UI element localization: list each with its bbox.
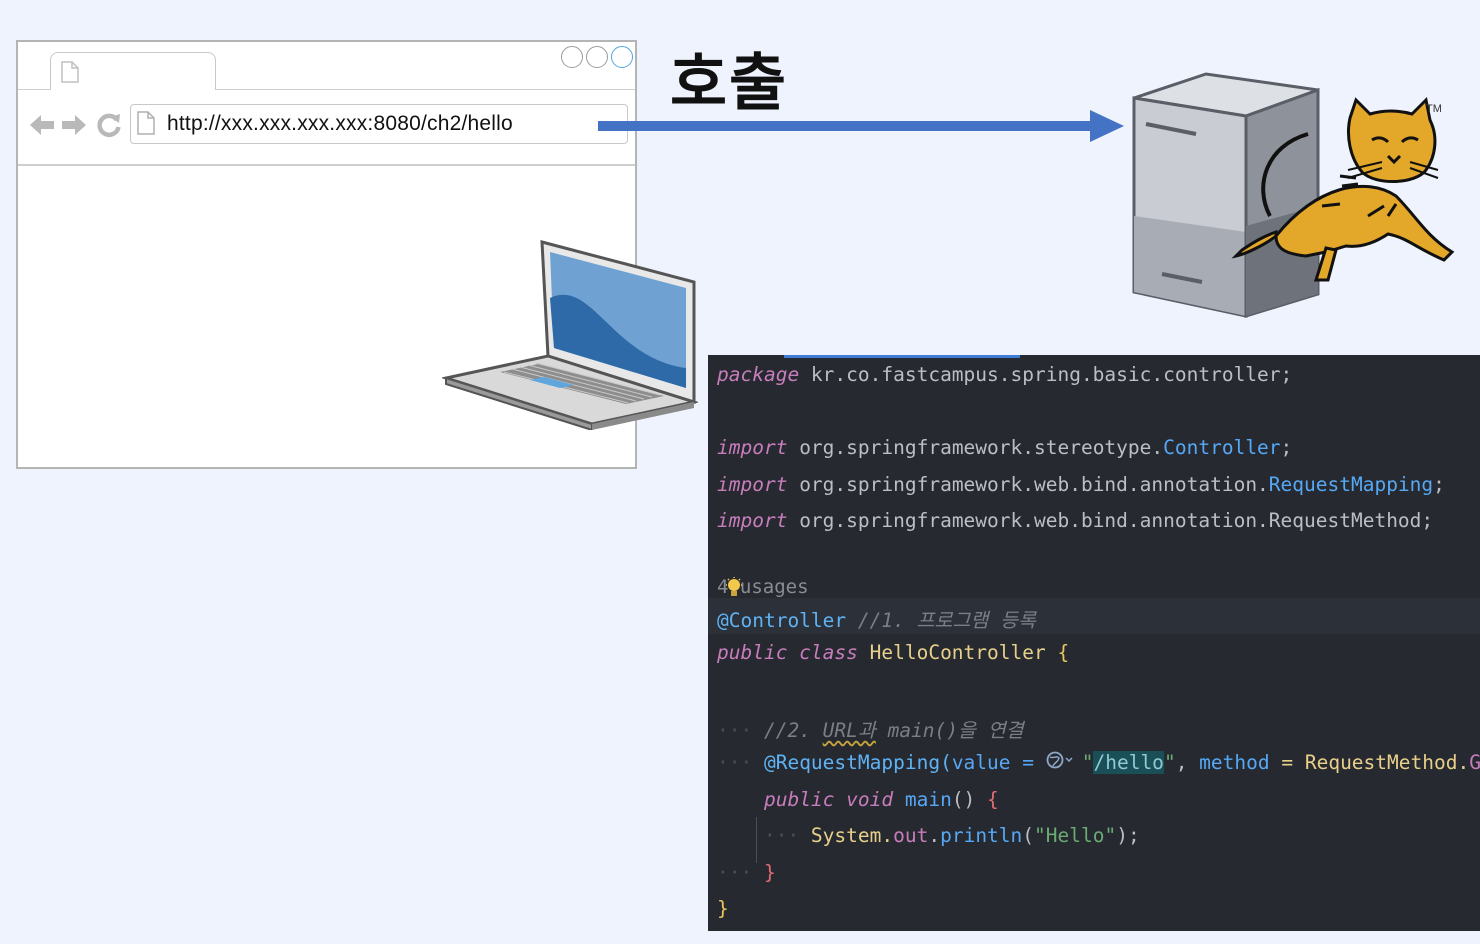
tab-strip — [18, 42, 635, 90]
window-controls — [561, 46, 633, 72]
code-line: ··· System.out.println("Hello"); — [717, 824, 1140, 847]
document-icon — [61, 61, 79, 83]
code-line: package kr.co.fastcampus.spring.basic.co… — [717, 363, 1293, 386]
code-line: ··· @RequestMapping(value = "/hello", me… — [717, 751, 1480, 774]
code-line: import org.springframework.web.bind.anno… — [717, 509, 1434, 532]
forward-arrow-icon[interactable] — [60, 112, 88, 138]
code-line: @Controller //1. 프로그램 등록 — [717, 609, 1036, 632]
trademark-label: TM — [1426, 103, 1442, 115]
code-line: } — [717, 897, 729, 920]
address-bar[interactable]: http://xxx.xxx.xxx.xxx:8080/ch2/hello — [130, 104, 628, 144]
window-circle-icon[interactable] — [586, 46, 608, 68]
tomcat-server-icon: TM — [1132, 72, 1455, 319]
window-circle-icon[interactable] — [561, 46, 583, 68]
editor-tab-accent — [784, 355, 1020, 358]
laptop-icon — [442, 240, 698, 430]
refresh-icon[interactable] — [96, 112, 122, 138]
code-line: ··· } — [717, 861, 776, 884]
code-line: import org.springframework.web.bind.anno… — [717, 473, 1445, 496]
globe-icon[interactable] — [1046, 751, 1082, 774]
back-arrow-icon[interactable] — [28, 112, 56, 138]
code-editor: package kr.co.fastcampus.spring.basic.co… — [708, 355, 1480, 931]
document-icon — [137, 111, 155, 135]
lightbulb-icon[interactable] — [725, 577, 743, 599]
code-line: public void main() { — [763, 788, 999, 811]
code-line: ··· //2. URL과 main()을 연결 — [717, 719, 1024, 742]
url-text[interactable]: http://xxx.xxx.xxx.xxx:8080/ch2/hello — [167, 112, 513, 136]
browser-tab[interactable] — [50, 52, 216, 90]
browser-toolbar: http://xxx.xxx.xxx.xxx:8080/ch2/hello — [18, 90, 635, 166]
code-line: public class HelloController { — [717, 641, 1070, 664]
request-arrow — [598, 110, 1124, 142]
code-line: import org.springframework.stereotype.Co… — [717, 436, 1293, 459]
window-circle-icon[interactable] — [611, 46, 633, 68]
